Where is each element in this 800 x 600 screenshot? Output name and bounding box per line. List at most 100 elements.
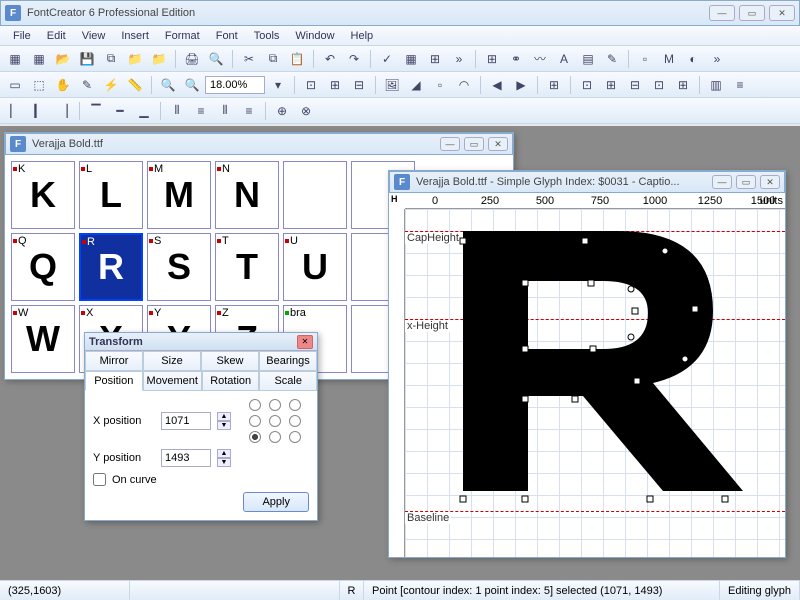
anchor-ml[interactable] [249, 415, 261, 427]
y-position-input[interactable] [161, 449, 211, 467]
print-icon[interactable]: 🖨 [181, 48, 203, 70]
y-spinner-up[interactable]: ▲ [217, 449, 231, 458]
fitc-icon[interactable]: ⊟ [348, 74, 370, 96]
dist-h2-icon[interactable]: ⫴ [214, 100, 236, 122]
anchor-mc[interactable] [269, 415, 281, 427]
control-point[interactable] [460, 238, 467, 245]
snap4-icon[interactable]: ⊡ [648, 74, 670, 96]
pen-icon[interactable]: ✎ [76, 74, 98, 96]
hand-icon[interactable]: ✋ [52, 74, 74, 96]
anchor-tl[interactable] [249, 399, 261, 411]
prev-icon[interactable]: ◀ [486, 74, 508, 96]
align-r-icon[interactable]: ▕ [52, 100, 74, 122]
glyph-cell[interactable]: KK [11, 161, 75, 229]
align-b-icon[interactable]: ▁ [133, 100, 155, 122]
control-point[interactable] [522, 396, 529, 403]
folder-icon[interactable]: 📁 [124, 48, 146, 70]
oncurve-checkbox[interactable] [93, 473, 106, 486]
metrics-icon[interactable]: M [658, 48, 680, 70]
preview-icon[interactable]: 🔍 [205, 48, 227, 70]
anchor-tr[interactable] [289, 399, 301, 411]
menu-font[interactable]: Font [209, 28, 245, 44]
char-icon[interactable]: A [553, 48, 575, 70]
control-point[interactable] [590, 346, 597, 353]
grid-icon[interactable]: ⊞ [481, 48, 503, 70]
child-maximize-button[interactable]: ▭ [464, 137, 484, 151]
measure-icon[interactable]: 📏 [124, 74, 146, 96]
point-icon[interactable]: ▫ [429, 74, 451, 96]
editor-maximize-button[interactable]: ▭ [736, 175, 756, 189]
align-t-icon[interactable]: ▔ [85, 100, 107, 122]
glyph-cell[interactable]: SS [147, 233, 211, 301]
zoom-dropdown-icon[interactable]: ▾ [267, 74, 289, 96]
anchor-mr[interactable] [289, 415, 301, 427]
glyph-cell[interactable] [283, 161, 347, 229]
menu-format[interactable]: Format [158, 28, 207, 44]
prop-icon[interactable]: ▤ [577, 48, 599, 70]
kerning-icon[interactable]: ◐ [682, 48, 704, 70]
open-icon[interactable]: 📂 [52, 48, 74, 70]
zoomin-icon[interactable]: 🔍 [157, 74, 179, 96]
glyph-cell[interactable]: WW [11, 305, 75, 373]
glyph-cell[interactable]: UU [283, 233, 347, 301]
menu-help[interactable]: Help [344, 28, 381, 44]
anchor-tc[interactable] [269, 399, 281, 411]
snap5-icon[interactable]: ⊞ [672, 74, 694, 96]
link-icon[interactable]: ⚭ [505, 48, 527, 70]
align-m-icon[interactable]: ━ [109, 100, 131, 122]
undo-icon[interactable]: ↶ [319, 48, 341, 70]
select-icon[interactable]: ⬚ [28, 74, 50, 96]
new2-icon[interactable]: ▦ [28, 48, 50, 70]
glyph-cell[interactable]: RR [79, 233, 143, 301]
control-point[interactable] [628, 334, 635, 341]
fit-icon[interactable]: ⊡ [300, 74, 322, 96]
control-point[interactable] [647, 496, 654, 503]
paste-icon[interactable]: 📋 [286, 48, 308, 70]
minimize-button[interactable]: — [709, 5, 735, 21]
close-button[interactable]: ✕ [769, 5, 795, 21]
union-icon[interactable]: ⊕ [271, 100, 293, 122]
hint-icon[interactable]: ≡ [729, 74, 751, 96]
curve-icon[interactable]: ◠ [453, 74, 475, 96]
menu-view[interactable]: View [75, 28, 113, 44]
snap2-icon[interactable]: ⊞ [600, 74, 622, 96]
new-icon[interactable]: ▦ [4, 48, 26, 70]
glyph-cell[interactable]: LL [79, 161, 143, 229]
grid2-icon[interactable]: ⊞ [543, 74, 565, 96]
transform-close-button[interactable]: ✕ [297, 335, 313, 349]
zoom-input[interactable] [205, 76, 265, 94]
control-point[interactable] [588, 280, 595, 287]
glyph-cell[interactable]: NN [215, 161, 279, 229]
snap3-icon[interactable]: ⊟ [624, 74, 646, 96]
next-icon[interactable]: ▶ [510, 74, 532, 96]
cut-icon[interactable]: ✂ [238, 48, 260, 70]
editor-minimize-button[interactable]: — [712, 175, 732, 189]
control-point[interactable] [522, 280, 529, 287]
tab-size[interactable]: Size [143, 351, 201, 371]
editor-close-button[interactable]: ✕ [760, 175, 780, 189]
contour-icon[interactable]: ◢ [405, 74, 427, 96]
snap1-icon[interactable]: ⊡ [576, 74, 598, 96]
x-spinner-down[interactable]: ▼ [217, 421, 231, 430]
glyph-canvas[interactable]: CapHeight x-Height Baseline [405, 209, 785, 557]
test-icon[interactable]: ▦ [400, 48, 422, 70]
dist-h-icon[interactable]: ⫴ [166, 100, 188, 122]
tab-mirror[interactable]: Mirror [85, 351, 143, 371]
control-point[interactable] [634, 378, 641, 385]
y-spinner-down[interactable]: ▼ [217, 458, 231, 467]
intersect-icon[interactable]: ⊗ [295, 100, 317, 122]
tab-skew[interactable]: Skew [201, 351, 259, 371]
control-point[interactable] [460, 496, 467, 503]
tab-position[interactable]: Position [85, 371, 143, 391]
tab-rotation[interactable]: Rotation [202, 371, 260, 391]
zoomout-icon[interactable]: 🔍 [181, 74, 203, 96]
control-point[interactable] [522, 496, 529, 503]
child-minimize-button[interactable]: — [440, 137, 460, 151]
anchor-br[interactable] [289, 431, 301, 443]
control-point[interactable] [628, 286, 635, 293]
glyph-cell[interactable]: MM [147, 161, 211, 229]
tab-bearings[interactable]: Bearings [259, 351, 317, 371]
control-point[interactable] [632, 308, 639, 315]
image-icon[interactable]: 🖼 [381, 74, 403, 96]
more-icon[interactable]: » [448, 48, 470, 70]
